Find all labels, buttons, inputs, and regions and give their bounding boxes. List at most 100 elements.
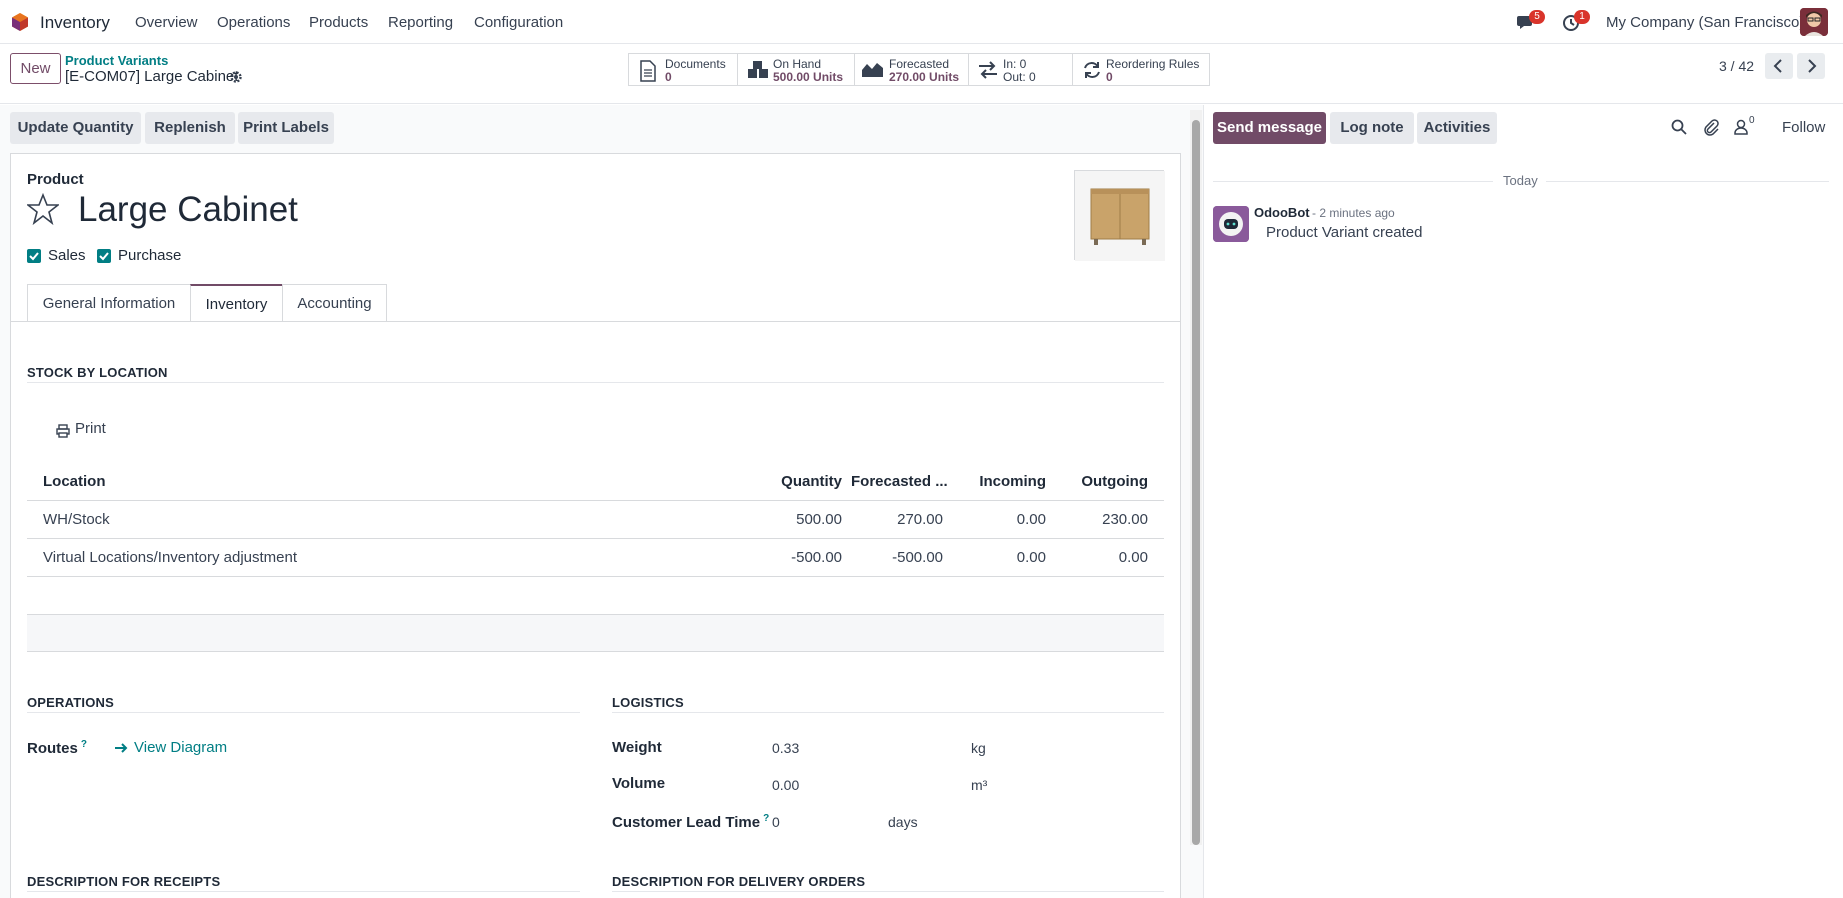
menu-products[interactable]: Products: [309, 14, 368, 31]
pager-previous-button[interactable]: [1765, 53, 1793, 79]
cell-location: Virtual Locations/Inventory adjustment: [43, 549, 298, 566]
smart-button-in-out[interactable]: In: 0 Out: 0: [968, 53, 1073, 86]
follow-button[interactable]: Follow: [1782, 119, 1825, 136]
chevron-right-icon: [1808, 59, 1817, 73]
routes-label-text: Routes: [27, 740, 78, 757]
arrow-right-icon: [115, 743, 128, 753]
volume-input[interactable]: 0.00: [772, 777, 799, 793]
smart-value: 0: [665, 70, 672, 84]
column-forecasted[interactable]: Forecasted ...: [851, 473, 948, 490]
weight-input[interactable]: 0.33: [772, 740, 799, 756]
help-tooltip[interactable]: ?: [763, 813, 769, 824]
cell-location: WH/Stock: [43, 511, 110, 528]
routes-label: Routes?: [27, 739, 87, 757]
activities-badge: 1: [1574, 10, 1590, 24]
paperclip-icon[interactable]: [1702, 118, 1720, 136]
smart-value: 270.00 Units: [889, 70, 960, 84]
smart-label: On Hand: [773, 57, 822, 71]
activities-button[interactable]: Activities: [1417, 112, 1497, 144]
weight-unit: kg: [971, 740, 986, 756]
smart-button-reordering-rules[interactable]: Reordering Rules 0: [1072, 53, 1210, 86]
row-divider: [27, 538, 1164, 539]
tab-general-information[interactable]: General Information: [27, 284, 191, 322]
odoobot-avatar[interactable]: [1213, 206, 1249, 242]
messages-badge: 5: [1529, 10, 1545, 24]
app-name[interactable]: Inventory: [40, 13, 110, 33]
document-icon: [640, 60, 656, 82]
chevron-left-icon: [1773, 59, 1782, 73]
smart-value: 0: [1106, 70, 1113, 84]
printer-icon: [56, 424, 70, 438]
breadcrumb-product-variants[interactable]: Product Variants: [65, 53, 168, 68]
menu-configuration[interactable]: Configuration: [474, 14, 563, 31]
refresh-icon: [1084, 62, 1100, 78]
user-avatar[interactable]: [1800, 8, 1828, 36]
purchase-checkbox[interactable]: [97, 249, 111, 263]
gear-icon[interactable]: [229, 70, 243, 84]
cell-forecasted: 270.00: [897, 511, 943, 528]
description-delivery-title: DESCRIPTION FOR DELIVERY ORDERS: [612, 874, 866, 889]
log-note-button[interactable]: Log note: [1330, 112, 1414, 144]
section-divider: [612, 712, 1164, 713]
replenish-button[interactable]: Replenish: [145, 112, 235, 144]
view-diagram-link[interactable]: View Diagram: [134, 739, 227, 756]
odoo-app-icon[interactable]: [10, 12, 30, 32]
search-icon[interactable]: [1670, 118, 1688, 136]
smart-label: Reordering Rules: [1106, 57, 1200, 71]
column-outgoing[interactable]: Outgoing: [1060, 473, 1148, 490]
cell-quantity: 500.00: [796, 511, 842, 528]
print-button[interactable]: Print: [75, 420, 106, 437]
smart-label: Documents: [665, 57, 726, 71]
volume-unit: m³: [971, 777, 988, 793]
logistics-title: LOGISTICS: [612, 695, 684, 710]
table-header-divider: [27, 500, 1164, 501]
pager-value[interactable]: 3 / 42: [1719, 58, 1754, 74]
section-divider: [27, 712, 580, 713]
product-name[interactable]: Large Cabinet: [78, 190, 298, 230]
new-button[interactable]: New: [10, 53, 61, 84]
cell-incoming: 0.00: [1016, 511, 1046, 528]
cell-incoming: 0.00: [1016, 549, 1046, 566]
product-image[interactable]: [1074, 170, 1165, 261]
send-message-button[interactable]: Send message: [1213, 112, 1326, 144]
customer-lead-time-input[interactable]: 0: [772, 814, 780, 830]
message-body: Product Variant created: [1266, 224, 1423, 241]
column-incoming[interactable]: Incoming: [960, 473, 1046, 490]
smart-value: 500.00 Units: [773, 70, 844, 84]
check-icon: [99, 252, 109, 261]
message-time: - 2 minutes ago: [1312, 206, 1395, 220]
tab-accounting[interactable]: Accounting: [282, 284, 387, 322]
operations-title: OPERATIONS: [27, 695, 114, 710]
message-author[interactable]: OdooBot: [1254, 205, 1310, 220]
update-quantity-button[interactable]: Update Quantity: [10, 112, 141, 144]
favorite-star-icon[interactable]: [27, 193, 59, 225]
section-divider: [27, 382, 1164, 383]
tab-inventory[interactable]: Inventory: [190, 284, 283, 322]
print-labels-button[interactable]: Print Labels: [238, 112, 334, 144]
company-switcher[interactable]: My Company (San Francisco): [1606, 14, 1804, 31]
help-tooltip[interactable]: ?: [81, 739, 87, 750]
followers-count: 0: [1749, 115, 1755, 126]
menu-reporting[interactable]: Reporting: [388, 14, 453, 31]
menu-operations[interactable]: Operations: [217, 14, 290, 31]
column-location[interactable]: Location: [43, 473, 106, 490]
date-divider: [1213, 181, 1493, 182]
smart-button-documents[interactable]: Documents 0: [628, 53, 738, 86]
menu-overview[interactable]: Overview: [135, 14, 198, 31]
pager-next-button[interactable]: [1797, 53, 1825, 79]
breadcrumb-current: [E-COM07] Large Cabinet: [65, 68, 239, 85]
tab-divider: [10, 321, 1181, 322]
column-quantity[interactable]: Quantity: [760, 473, 842, 490]
check-icon: [29, 252, 39, 261]
area-chart-icon: [862, 63, 883, 77]
smart-button-on-hand[interactable]: On Hand 500.00 Units: [737, 53, 855, 86]
purchase-label: Purchase: [118, 247, 182, 264]
description-receipts-title: DESCRIPTION FOR RECEIPTS: [27, 874, 221, 889]
top-navbar: Inventory Overview Operations Products R…: [0, 0, 1843, 44]
cell-quantity: -500.00: [791, 549, 842, 566]
form-scrollbar-thumb[interactable]: [1192, 120, 1200, 845]
smart-button-forecasted[interactable]: Forecasted 270.00 Units: [854, 53, 969, 86]
cell-outgoing: 230.00: [1102, 511, 1148, 528]
product-label: Product: [27, 171, 84, 188]
sales-checkbox[interactable]: [27, 249, 41, 263]
